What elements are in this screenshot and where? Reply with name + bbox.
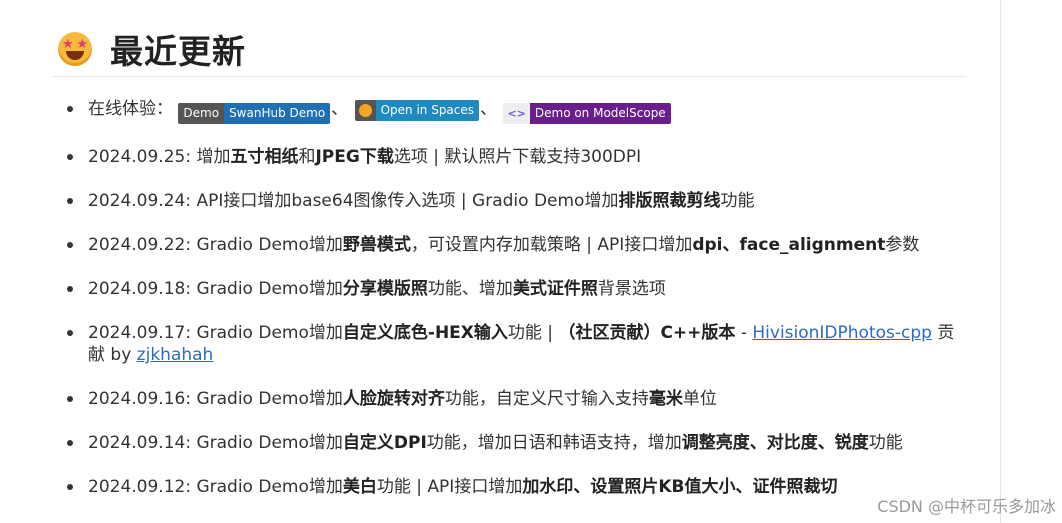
section-heading: ★ ★ 最近更新 bbox=[52, 22, 966, 77]
modelscope-demo-badge[interactable]: <> Demo on ModelScope bbox=[503, 103, 671, 124]
online-demo-label: 在线体验： bbox=[88, 99, 173, 119]
list-item-online-demo: 在线体验： Demo SwanHub Demo 、 Open in Spaces… bbox=[60, 98, 960, 124]
list-item: 2024.09.14: Gradio Demo增加自定义DPI功能，增加日语和韩… bbox=[60, 432, 960, 454]
swanhub-demo-badge[interactable]: Demo SwanHub Demo bbox=[178, 103, 331, 124]
list-item: 2024.09.24: API接口增加base64图像传入选项 | Gradio… bbox=[60, 190, 960, 212]
csdn-watermark: CSDN @中杯可乐多加冰 bbox=[877, 497, 1056, 516]
cpp-project-link[interactable]: HivisionIDPhotos-cpp bbox=[752, 323, 932, 343]
hugging-face-icon bbox=[358, 104, 372, 117]
open-in-spaces-badge[interactable]: Open in Spaces bbox=[354, 100, 480, 121]
separator: 、 bbox=[331, 99, 349, 119]
star-struck-emoji-icon: ★ ★ bbox=[58, 32, 92, 66]
separator: 、 bbox=[480, 99, 498, 119]
list-item: 2024.09.17: Gradio Demo增加自定义底色-HEX输入功能 |… bbox=[60, 322, 968, 366]
heading-title: 最近更新 bbox=[110, 32, 246, 71]
list-item: 2024.09.18: Gradio Demo增加分享模版照功能、增加美式证件照… bbox=[60, 278, 960, 300]
list-item: 2024.09.22: Gradio Demo增加野兽模式，可设置内存加载策略 … bbox=[60, 234, 960, 256]
update-list: 在线体验： Demo SwanHub Demo 、 Open in Spaces… bbox=[60, 88, 960, 498]
contributor-link[interactable]: zjkhahah bbox=[137, 345, 214, 365]
list-item: 2024.09.25: 增加五寸相纸和JPEG下载选项 | 默认照片下载支持30… bbox=[60, 146, 960, 168]
modelscope-icon: <> bbox=[507, 107, 526, 120]
list-item: 2024.09.16: Gradio Demo增加人脸旋转对齐功能，自定义尺寸输… bbox=[60, 388, 960, 410]
list-item: 2024.09.12: Gradio Demo增加美白功能 | API接口增加加… bbox=[60, 476, 960, 498]
